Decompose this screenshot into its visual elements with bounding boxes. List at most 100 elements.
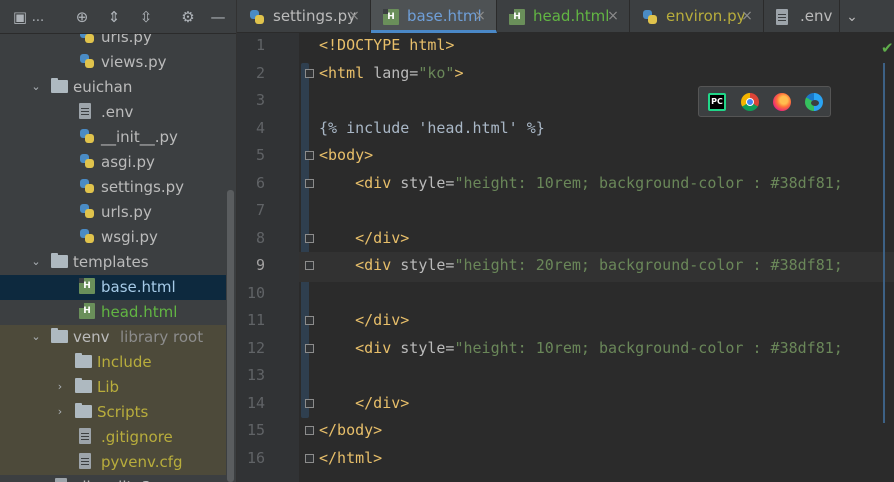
- tree-item[interactable]: .env: [0, 100, 226, 125]
- tree-item[interactable]: › Scripts: [0, 400, 226, 425]
- code-line: <div style="height: 10rem; background-co…: [319, 339, 843, 357]
- tree-item-label: __init__.py: [101, 128, 178, 146]
- tree-item[interactable]: urls.py: [0, 200, 226, 225]
- code-token: <div: [355, 256, 401, 274]
- tab-settings-py[interactable]: settings.py ×: [237, 0, 371, 33]
- code-line: <body>: [319, 146, 373, 164]
- tree-item-label: Lib: [97, 378, 120, 396]
- gear-icon[interactable]: ⚙: [178, 7, 198, 27]
- line-number: 14: [246, 393, 265, 412]
- chevron-right-icon[interactable]: ›: [54, 379, 66, 395]
- close-icon[interactable]: ×: [473, 7, 487, 26]
- close-icon[interactable]: ×: [606, 7, 620, 26]
- project-toolbar: ▣ ... ⊕ ⇕ ⇳ ⚙ —: [0, 0, 236, 34]
- chevron-down-icon[interactable]: ⌄: [842, 7, 862, 27]
- html-file-icon: H: [79, 278, 95, 294]
- python-file-icon: [79, 228, 95, 244]
- hide-panel-icon[interactable]: —: [208, 7, 228, 27]
- tab-env[interactable]: .env: [764, 0, 840, 33]
- tree-item[interactable]: views.py: [0, 50, 226, 75]
- tab-label: base.html: [407, 7, 482, 25]
- line-number: 9: [255, 256, 265, 274]
- code-token: "height: 10rem; background-color : #38df…: [454, 173, 843, 192]
- edge-icon[interactable]: [805, 93, 823, 111]
- fold-icon[interactable]: [305, 261, 314, 270]
- code-token: style=: [400, 173, 455, 192]
- python-file-icon: [79, 203, 95, 219]
- firefox-icon[interactable]: [773, 93, 791, 111]
- chevron-down-icon[interactable]: ⌄: [30, 329, 42, 345]
- expand-all-icon[interactable]: ⇕: [104, 7, 124, 27]
- fold-icon[interactable]: [305, 398, 314, 408]
- tree-item-label: templates: [73, 253, 149, 271]
- code-line: </html>: [319, 449, 382, 467]
- collapse-all-icon[interactable]: ⇳: [136, 7, 156, 27]
- tree-item[interactable]: db.sqlite3: [0, 475, 226, 482]
- fold-icon[interactable]: [305, 453, 314, 463]
- chevron-down-icon[interactable]: ⌄: [30, 254, 42, 270]
- tree-item-label: Scripts: [97, 403, 149, 421]
- code-line: <html lang="ko">: [319, 64, 464, 82]
- fold-icon[interactable]: [305, 343, 314, 353]
- line-number-gutter: 1 2 3 4 5 6 7 8 9 10 11 12 13 14 15 16: [237, 33, 299, 482]
- right-margin-marker: [883, 63, 885, 423]
- tree-item-label: euichan: [73, 78, 133, 96]
- fold-icon[interactable]: [305, 178, 314, 188]
- locate-file-icon[interactable]: ⊕: [72, 7, 92, 27]
- tab-label: environ.py: [666, 7, 746, 25]
- tab-base-html[interactable]: Hbase.html ×: [371, 0, 497, 33]
- tree-item[interactable]: ⌄ venv library root: [0, 325, 226, 350]
- text-file-icon: [55, 478, 67, 482]
- project-view-icon[interactable]: ▣: [10, 7, 30, 27]
- code-line: </body>: [319, 421, 382, 439]
- chevron-right-icon[interactable]: ›: [54, 404, 66, 420]
- chrome-icon[interactable]: [741, 93, 759, 111]
- tree-item[interactable]: Include: [0, 350, 226, 375]
- tree-item[interactable]: ⌄ euichan: [0, 75, 226, 100]
- project-view-label[interactable]: ...: [30, 7, 46, 27]
- code-token: </div>: [355, 228, 410, 247]
- python-file-icon: [79, 128, 95, 144]
- tab-environ-py[interactable]: environ.py ×: [630, 0, 764, 33]
- tree-item-label: urls.py: [101, 203, 152, 221]
- fold-icon[interactable]: [305, 151, 314, 160]
- project-panel: ▣ ... ⊕ ⇕ ⇳ ⚙ — urls.py views.py ⌄ euichan.…: [0, 0, 237, 482]
- fold-icon[interactable]: [305, 426, 314, 435]
- tree-item[interactable]: › Lib: [0, 375, 226, 400]
- sidebar-scrollbar[interactable]: [227, 190, 234, 482]
- tree-item-label: Include: [97, 353, 152, 371]
- code-token: </div>: [355, 311, 410, 329]
- tab-label: .env: [800, 7, 833, 25]
- tree-item[interactable]: Hhead.html: [0, 300, 226, 325]
- tree-item[interactable]: wsgi.py: [0, 225, 226, 250]
- tree-item[interactable]: __init__.py: [0, 125, 226, 150]
- tree-item[interactable]: ⌄ templates: [0, 250, 226, 275]
- text-file-icon: [79, 428, 91, 444]
- code-token: {% include 'head.html' %}: [319, 118, 545, 137]
- line-number: 8: [255, 228, 265, 247]
- code-line: </div>: [319, 229, 409, 247]
- code-token: </div>: [355, 393, 410, 412]
- library-root-hint: library root: [120, 328, 204, 346]
- close-icon[interactable]: ×: [347, 7, 361, 26]
- fold-icon[interactable]: [305, 316, 314, 325]
- tree-item-label: asgi.py: [101, 153, 155, 171]
- line-number: 5: [255, 146, 265, 164]
- tree-item[interactable]: .gitignore: [0, 425, 226, 450]
- close-icon[interactable]: ×: [740, 7, 754, 26]
- fold-icon[interactable]: [305, 233, 314, 243]
- tree-item-label: .env: [101, 103, 134, 121]
- check-icon[interactable]: ✔: [881, 40, 894, 56]
- tab-head-html[interactable]: Hhead.html ×: [497, 0, 630, 33]
- python-file-icon: [642, 9, 658, 25]
- fold-icon[interactable]: [305, 68, 314, 78]
- tree-item-label: base.html: [101, 278, 176, 296]
- tree-item[interactable]: asgi.py: [0, 150, 226, 175]
- pycharm-icon[interactable]: PC: [708, 93, 726, 111]
- tree-item[interactable]: pyvenv.cfg: [0, 450, 226, 475]
- code-line: <!DOCTYPE html>: [319, 36, 454, 54]
- chevron-down-icon[interactable]: ⌄: [30, 79, 42, 95]
- tree-item[interactable]: Hbase.html: [0, 275, 226, 300]
- tree-item[interactable]: settings.py: [0, 175, 226, 200]
